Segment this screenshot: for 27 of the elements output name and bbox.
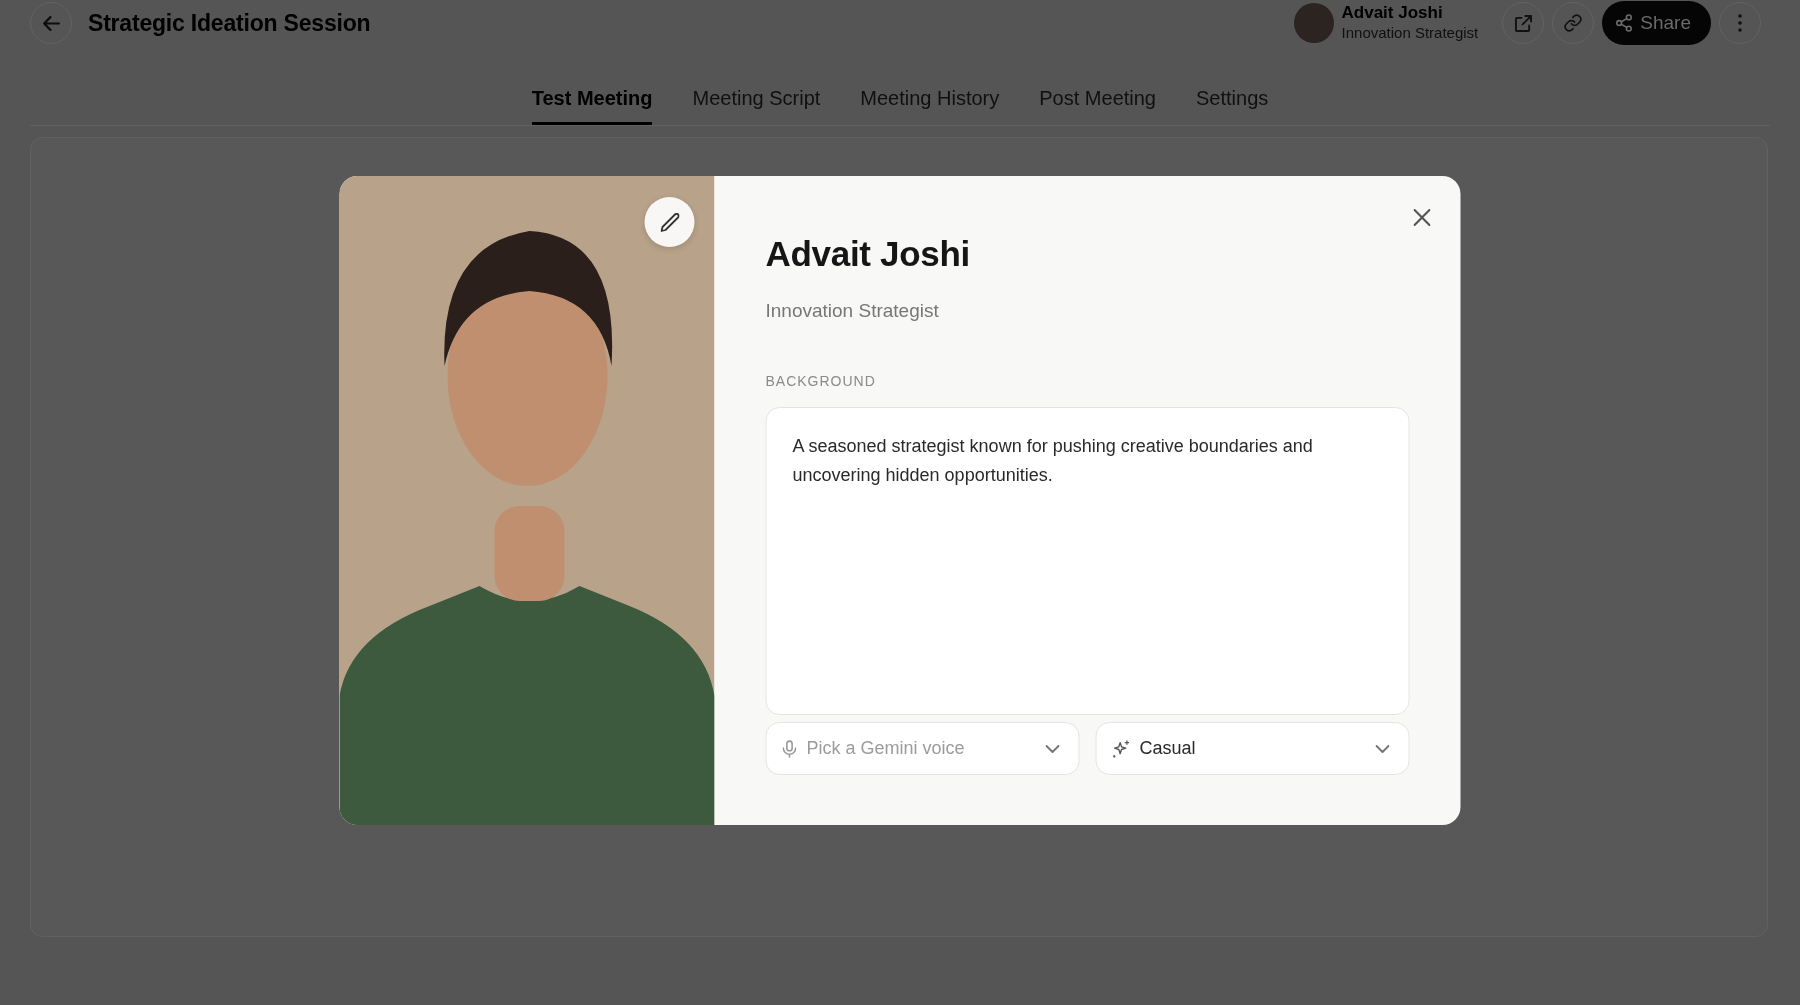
background-textarea[interactable]: A seasoned strategist known for pushing creative boundaries and uncovering hidden opportunities.	[765, 407, 1410, 715]
link-icon	[1564, 14, 1583, 32]
back-arrow-icon	[42, 15, 60, 31]
external-link-icon	[1514, 14, 1532, 32]
tab[interactable]: Test Meeting	[531, 86, 653, 125]
more-vertical-icon	[1738, 14, 1742, 32]
user-name: Advait Joshi	[1341, 3, 1443, 23]
page-title: Strategic Ideation Session	[88, 8, 371, 38]
chevron-down-icon	[1375, 744, 1390, 753]
tab[interactable]: Post Meeting	[1039, 86, 1156, 125]
tone-select[interactable]: Casual	[1095, 722, 1410, 775]
close-icon	[1413, 208, 1430, 226]
microphone-icon	[782, 739, 797, 758]
profile-name: Advait Joshi	[765, 233, 970, 275]
avatar	[1293, 3, 1334, 43]
share-button[interactable]: Share	[1602, 1, 1711, 45]
voice-select[interactable]: Pick a Gemini voice	[765, 722, 1080, 775]
section-label: BACKGROUND	[765, 372, 876, 390]
sparkle-icon	[1112, 739, 1130, 758]
tab[interactable]: Meeting History	[860, 86, 1000, 125]
profile-role: Innovation Strategist	[765, 299, 939, 323]
share-icon	[1616, 14, 1633, 32]
user-role: Innovation Strategist	[1341, 23, 1479, 43]
chevron-down-icon	[1045, 744, 1060, 753]
tab[interactable]: Settings	[1196, 86, 1269, 125]
tab[interactable]: Meeting Script	[692, 86, 821, 125]
pencil-icon	[660, 212, 679, 232]
